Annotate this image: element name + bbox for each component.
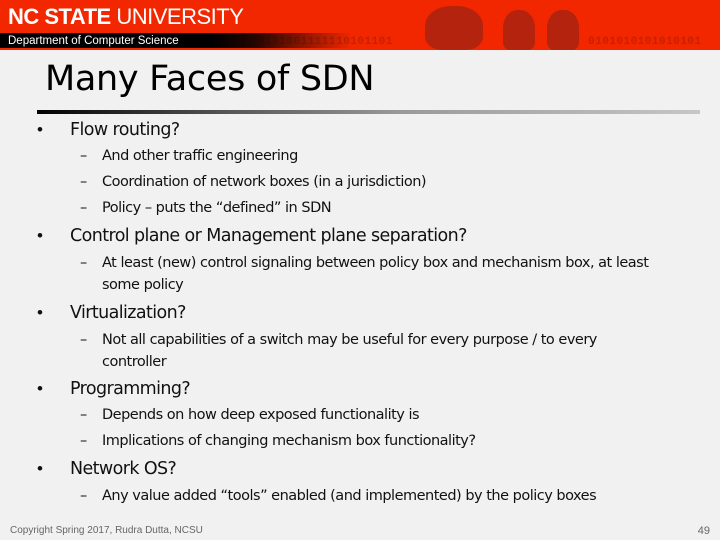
dash-icon: – [80,174,88,190]
bullet-icon: • [37,303,43,322]
sub-bullet: And other traffic engineering [102,148,298,164]
dash-icon: – [80,200,88,216]
sub-bullet: Policy – puts the “defined” in SDN [102,200,332,216]
bullet-icon: • [37,120,43,139]
slide-body: • Flow routing? – And other traffic engi… [0,0,720,540]
bullet-icon: • [37,226,43,245]
sub-bullet: Any value added “tools” enabled (and imp… [102,488,597,504]
bullet-icon: • [37,459,43,478]
page-number: 49 [697,525,710,537]
bullet-control-plane: Control plane or Management plane separa… [70,226,467,246]
sub-bullet: Coordination of network boxes (in a juri… [102,174,427,190]
bullet-flow-routing: Flow routing? [70,120,180,140]
dash-icon: – [80,332,88,348]
dash-icon: – [80,488,88,504]
dash-icon: – [80,407,88,423]
dash-icon: – [80,433,88,449]
sub-bullet: Implications of changing mechanism box f… [102,433,476,449]
dash-icon: – [80,148,88,164]
sub-bullet: Depends on how deep exposed functionalit… [102,407,420,423]
bullet-programming: Programming? [70,379,191,399]
bullet-virtualization: Virtualization? [70,303,186,323]
copyright-footer: Copyright Spring 2017, Rudra Dutta, NCSU [10,525,203,536]
bullet-icon: • [37,379,43,398]
dash-icon: – [80,255,88,271]
bullet-network-os: Network OS? [70,459,177,479]
sub-bullet: At least (new) control signaling between… [102,255,649,293]
sub-bullet: Not all capabilities of a switch may be … [102,332,597,370]
